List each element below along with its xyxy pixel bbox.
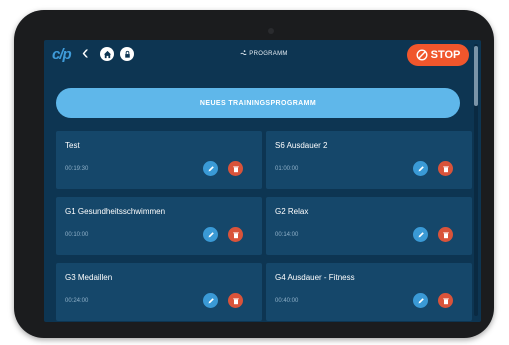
program-duration: 01:00:00	[275, 166, 299, 172]
program-card[interactable]: Test 00:19:30	[56, 131, 262, 189]
delete-button[interactable]	[228, 293, 243, 308]
program-duration: 00:24:00	[65, 298, 89, 304]
new-program-button[interactable]: NEUES TRAININGSPROGRAMM	[56, 88, 460, 118]
top-bar: c/p ‹ PROGRAMM STOP	[44, 40, 481, 70]
program-name: G4 Ausdauer - Fitness	[275, 273, 355, 282]
trash-icon	[232, 297, 239, 304]
home-button[interactable]	[100, 47, 114, 61]
pencil-icon	[418, 165, 424, 171]
delete-button[interactable]	[228, 161, 243, 176]
program-duration: 00:14:00	[275, 232, 299, 238]
program-card[interactable]: G4 Ausdauer - Fitness 00:40:00	[266, 263, 472, 321]
pencil-icon	[418, 231, 424, 237]
delete-button[interactable]	[438, 227, 453, 242]
program-card[interactable]: G3 Medaillen 00:24:00	[56, 263, 262, 321]
back-button[interactable]: ‹	[82, 43, 89, 63]
lock-icon	[124, 50, 130, 58]
program-name: G3 Medaillen	[65, 273, 113, 282]
camera	[268, 28, 274, 34]
delete-button[interactable]	[438, 161, 453, 176]
edit-button[interactable]	[203, 227, 218, 242]
home-icon	[103, 50, 111, 58]
trash-icon	[232, 165, 239, 172]
stop-label: STOP	[430, 49, 461, 61]
edit-button[interactable]	[413, 161, 428, 176]
pencil-icon	[208, 231, 214, 237]
program-duration: 00:19:30	[65, 166, 89, 172]
scrollbar[interactable]	[474, 44, 478, 316]
page-title: PROGRAMM	[204, 49, 324, 57]
program-card[interactable]: S6 Ausdauer 2 01:00:00	[266, 131, 472, 189]
app-logo: c/p	[52, 46, 72, 63]
edit-button[interactable]	[413, 293, 428, 308]
stop-button[interactable]: STOP	[407, 44, 469, 66]
pencil-icon	[418, 297, 424, 303]
trash-icon	[232, 231, 239, 238]
program-name: G1 Gesundheitsschwimmen	[65, 207, 166, 216]
program-duration: 00:10:00	[65, 232, 89, 238]
stop-icon	[416, 49, 428, 61]
program-card[interactable]: G1 Gesundheitsschwimmen 00:10:00	[56, 197, 262, 255]
scrollbar-thumb[interactable]	[474, 46, 478, 106]
chevron-left-icon: ‹	[82, 42, 89, 64]
lock-button[interactable]	[120, 47, 134, 61]
pencil-icon	[208, 165, 214, 171]
program-duration: 00:40:00	[275, 298, 299, 304]
pencil-icon	[208, 297, 214, 303]
swim-icon	[240, 50, 247, 56]
trash-icon	[442, 231, 449, 238]
app-screen: c/p ‹ PROGRAMM STOP NEUES TRAININGSPROGR…	[44, 40, 481, 322]
delete-button[interactable]	[228, 227, 243, 242]
program-name: S6 Ausdauer 2	[275, 141, 328, 150]
edit-button[interactable]	[413, 227, 428, 242]
edit-button[interactable]	[203, 161, 218, 176]
delete-button[interactable]	[438, 293, 453, 308]
program-card[interactable]: G2 Relax 00:14:00	[266, 197, 472, 255]
program-name: Test	[65, 141, 80, 150]
trash-icon	[442, 165, 449, 172]
trash-icon	[442, 297, 449, 304]
program-name: G2 Relax	[275, 207, 309, 216]
page-title-text: PROGRAMM	[249, 51, 288, 57]
edit-button[interactable]	[203, 293, 218, 308]
